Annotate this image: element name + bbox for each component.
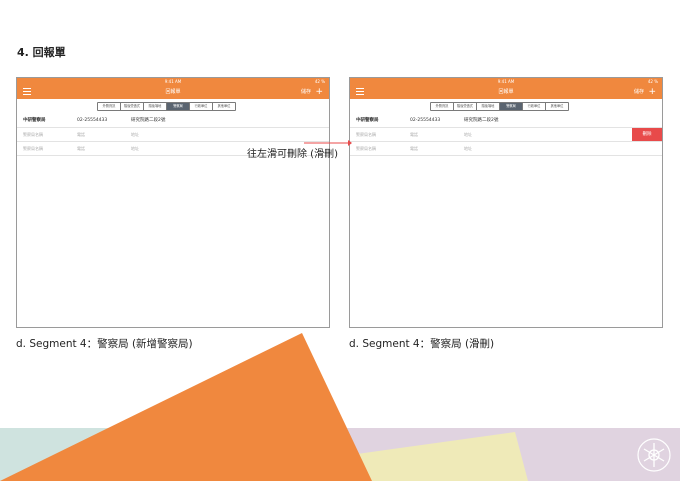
segment-tab-active[interactable]: 警察局 [500,103,523,110]
save-button[interactable]: 儲存 [301,85,311,99]
tablet-screen-swipe-delete: 9:41 AM 42 % 回報單 儲存 + 外覽資訊 隨後營造式 隨後場地 警察… [349,77,663,328]
save-button[interactable]: 儲存 [634,85,644,99]
segmented-control: 外覽資訊 隨後營造式 隨後場地 警察局 行政單位 其他單位 [97,102,236,111]
slide-title: 4. 回報單 [17,46,66,59]
nav-title: 回報單 [165,89,181,95]
police-phone: 02-25554433 [410,118,441,123]
segment-tab[interactable]: 隨後場地 [144,103,167,110]
police-name-placeholder[interactable]: 警察局名稱 [356,142,376,155]
segment-tab[interactable]: 隨後場地 [477,103,500,110]
police-phone-placeholder[interactable]: 電話 [410,128,418,141]
battery-indicator: 42 % [647,79,658,84]
segment-tab[interactable]: 外覽資訊 [431,103,454,110]
status-bar: 9:41 AM 42 % [17,78,329,85]
segment-tab[interactable]: 行政單位 [523,103,546,110]
nav-bar: 回報單 儲存 + [17,85,329,99]
police-address-placeholder[interactable]: 地址 [131,142,139,155]
police-phone: 02-25554433 [77,118,108,123]
nav-title: 回報單 [498,89,514,95]
list-item[interactable]: 警察局名稱 電話 地址 [350,128,662,142]
segmented-control: 外覽資訊 隨後營造式 隨後場地 警察局 行政單位 其他單位 [430,102,569,111]
police-address-placeholder[interactable]: 地址 [464,142,472,155]
segment-tab-active[interactable]: 警察局 [167,103,190,110]
police-name-placeholder[interactable]: 警察局名稱 [356,128,376,141]
add-icon[interactable]: + [648,85,656,99]
battery-indicator: 42 % [314,79,325,84]
caption-swipe: d. Segment 4：警察局 (滑刪) [349,338,495,350]
police-address: 研究院路二段2號 [464,118,499,123]
police-address-placeholder[interactable]: 地址 [464,128,472,141]
status-bar: 9:41 AM 42 % [350,78,662,85]
list-item[interactable]: 中研警察局 02-25554433 研究院路二段2號 [17,114,329,128]
police-phone-placeholder[interactable]: 電話 [77,128,85,141]
delete-button[interactable]: 刪除 [632,128,662,141]
segment-tab[interactable]: 隨後營造式 [454,103,477,110]
caption-add: d. Segment 4：警察局 (新增警察局) [16,338,193,350]
list-item[interactable]: 警察局名稱 電話 地址 [17,128,329,142]
police-name-placeholder[interactable]: 警察局名稱 [23,128,43,141]
segment-tab[interactable]: 外覽資訊 [98,103,121,110]
logo-icon [637,438,671,472]
police-name: 中研警察局 [356,118,379,123]
police-phone-placeholder[interactable]: 電話 [77,142,85,155]
add-icon[interactable]: + [315,85,323,99]
list-item[interactable]: 中研警察局 02-25554433 研究院路二段2號 [350,114,662,128]
swipe-annotation: 往左滑可刪除 (滑刪) [247,149,338,160]
tablet-screen-add: 9:41 AM 42 % 回報單 儲存 + 外覽資訊 隨後營造式 隨後場地 警察… [16,77,330,328]
police-address-placeholder[interactable]: 地址 [131,128,139,141]
list-item[interactable]: 警察局名稱 電話 地址 [350,142,662,156]
police-phone-placeholder[interactable]: 電話 [410,142,418,155]
police-name: 中研警察局 [23,118,46,123]
segment-tab[interactable]: 隨後營造式 [121,103,144,110]
police-address: 研究院路二段2號 [131,118,166,123]
segment-tab[interactable]: 其他單位 [546,103,568,110]
segment-tab[interactable]: 其他單位 [213,103,235,110]
police-name-placeholder[interactable]: 警察局名稱 [23,142,43,155]
nav-bar: 回報單 儲存 + [350,85,662,99]
police-list: 中研警察局 02-25554433 研究院路二段2號 警察局名稱 電話 地址 警… [350,114,662,156]
status-time: 9:41 AM [497,79,515,84]
status-time: 9:41 AM [164,79,182,84]
segment-tab[interactable]: 行政單位 [190,103,213,110]
